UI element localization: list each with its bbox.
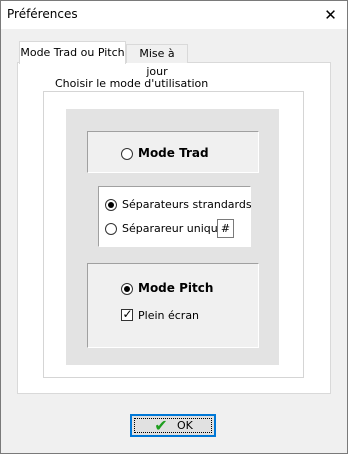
- ok-label: OK: [177, 419, 193, 432]
- separator-standard-radio[interactable]: [105, 199, 117, 211]
- mode-pitch-radio[interactable]: [121, 283, 133, 295]
- checkmark-icon: ✓: [122, 307, 133, 321]
- separator-unique-input[interactable]: #: [217, 219, 234, 238]
- mode-trad-label[interactable]: Mode Trad: [138, 146, 209, 160]
- separator-unique-label[interactable]: Séparareur unique: [122, 222, 225, 235]
- window-title: Préférences: [7, 7, 78, 21]
- mode-trad-radio[interactable]: [121, 148, 133, 160]
- tab-mise-a-jour[interactable]: Mise à jour: [126, 44, 188, 78]
- mode-pitch-panel: [87, 263, 259, 348]
- close-button[interactable]: ✕: [314, 1, 347, 29]
- separator-standard-label[interactable]: Séparateurs strandards: [122, 198, 252, 211]
- fullscreen-label[interactable]: Plein écran: [138, 309, 199, 322]
- groupbox-legend: Choisir le mode d'utilisation: [51, 77, 213, 90]
- focus-rectangle: [134, 418, 212, 433]
- mode-pitch-label[interactable]: Mode Pitch: [138, 281, 213, 295]
- separator-unique-radio[interactable]: [105, 223, 117, 235]
- ok-button[interactable]: ✔ OK: [130, 414, 216, 437]
- checkmark-icon: ✔: [154, 416, 168, 435]
- close-icon: ✕: [324, 6, 337, 24]
- tab-mode-trad-pitch[interactable]: Mode Trad ou Pitch: [19, 41, 126, 64]
